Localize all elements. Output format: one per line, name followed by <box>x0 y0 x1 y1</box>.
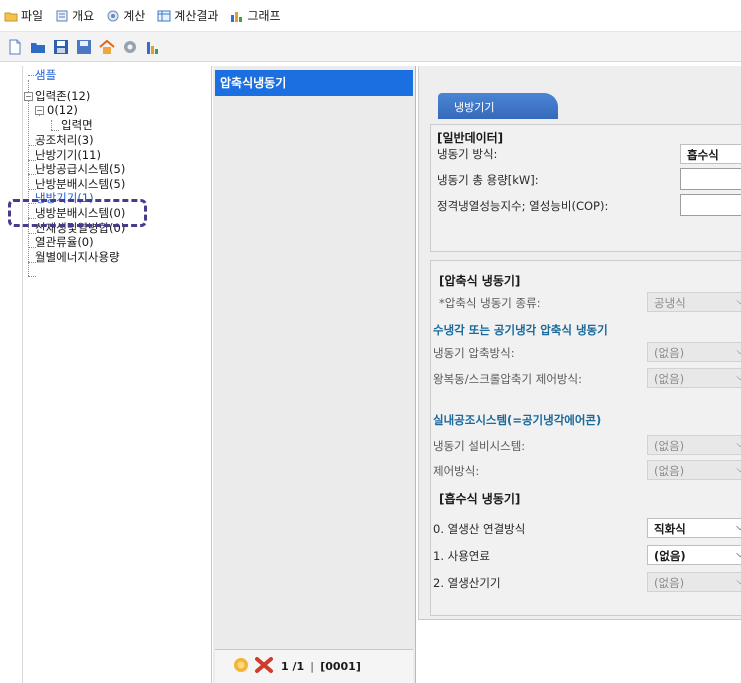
chevron-down-icon: ⌵ <box>736 576 741 587</box>
divider: | <box>310 660 315 673</box>
gen-label: 2. 열생산기기 <box>433 576 501 590</box>
ctrl-label: 제어방식: <box>433 464 480 478</box>
equip-select[interactable]: (없음) ⌵ <box>647 435 741 455</box>
open-folder-icon[interactable] <box>29 38 47 56</box>
compress-label: 냉동기 압축방식: <box>433 346 515 360</box>
document-icon <box>55 10 69 22</box>
equip-value: (없음) <box>654 439 685 453</box>
absorption-title: [흡수식 냉동기] <box>439 492 521 506</box>
fuel-select[interactable]: (없음) ⌵ <box>647 545 741 565</box>
menu-overview[interactable]: 개요 <box>55 7 94 24</box>
chevron-down-icon: ⌵ <box>736 372 741 383</box>
tree-item-monthly[interactable]: 월별에너지사용량 <box>35 250 120 264</box>
tree-item-ahu[interactable]: 공조처리(3) <box>35 133 94 147</box>
collapse-icon[interactable]: − <box>35 106 44 115</box>
kind-select[interactable]: 공냉식 ⌵ <box>647 292 741 312</box>
menu-file[interactable]: 파일 <box>4 7 43 24</box>
fuel-label: 1. 사용연료 <box>433 549 490 563</box>
menu-graph-label: 그래프 <box>247 9 281 23</box>
tree-item-zones[interactable]: 입력존(12) <box>35 89 90 103</box>
chevron-down-icon: ⌵ <box>736 439 741 450</box>
conn-label: 0. 열생산 연결방식 <box>433 522 526 536</box>
general-title: [일반데이터] <box>437 131 504 145</box>
menu-results[interactable]: 계산결과 <box>157 7 218 24</box>
capacity-input[interactable] <box>680 168 741 190</box>
type-select[interactable]: 흡수식 ⌵ <box>680 144 741 164</box>
pager-label: 1 /1 <box>281 660 305 673</box>
new-file-icon[interactable] <box>6 38 24 56</box>
type-value: 흡수식 <box>687 148 719 162</box>
detail-panel: 냉방기기 [일반데이터] 냉동기 방식: 흡수식 ⌵ 냉동기 총 용량[kW]:… <box>418 66 741 620</box>
cop-label: 정격냉열성능지수; 열성능비(COP): <box>437 199 609 213</box>
calculate-icon <box>106 10 120 22</box>
chevron-down-icon: ⌵ <box>736 549 741 560</box>
folder-icon <box>4 10 18 22</box>
control-label: 왕복동/스크롤압축기 제어방식: <box>433 372 582 386</box>
table-icon <box>157 10 171 22</box>
tree-item-surface[interactable]: 입력면 <box>61 118 93 132</box>
record-code: [0001] <box>320 660 361 673</box>
tree-item-heating[interactable]: 난방기기(11) <box>35 148 101 162</box>
kind-value: 공냉식 <box>654 296 686 310</box>
tree-item-zone-0[interactable]: 0(12) <box>47 103 78 117</box>
general-section: [일반데이터] 냉동기 방식: 흡수식 ⌵ 냉동기 총 용량[kW]: 정격냉열… <box>430 124 741 252</box>
list-footer: 1 /1 | [0001] <box>215 649 413 683</box>
menu-bar: 파일 개요 계산 계산결과 그래프 <box>0 0 741 32</box>
menu-results-label: 계산결과 <box>174 9 219 23</box>
chevron-down-icon: ⌵ <box>736 464 741 475</box>
compression-title: [압축식 냉동기] <box>439 274 521 288</box>
tab-cooling[interactable]: 냉방기기 <box>438 93 558 119</box>
menu-overview-label: 개요 <box>72 9 95 23</box>
ctrl-value: (없음) <box>654 464 685 478</box>
save-as-icon[interactable] <box>75 38 93 56</box>
compression-section: [압축식 냉동기] *압축식 냉동기 종류: 공냉식 ⌵ 수냉각 또는 공기냉각… <box>430 260 741 616</box>
menu-calculate-label: 계산 <box>123 9 146 23</box>
type-label: 냉동기 방식: <box>437 147 498 161</box>
gen-value: (없음) <box>654 576 685 590</box>
settings-icon[interactable] <box>121 38 139 56</box>
tree-panel: 샘플 − 입력존(12) − 0(12) 입력면 공조처리(3) 난방기기(11… <box>22 66 212 683</box>
indoor-header: 실내공조시스템(=공기냉각에어콘) <box>433 413 602 427</box>
component-list-panel: 압축식냉동기 1 /1 | [0001] <box>213 66 416 683</box>
compress-value: (없음) <box>654 346 685 360</box>
tree-line <box>51 120 52 130</box>
tree-item-root[interactable]: 샘플 <box>35 68 56 82</box>
tree-item-heat-flow[interactable]: 열관류율(0) <box>35 235 94 249</box>
water-air-header: 수냉각 또는 공기냉각 압축식 냉동기 <box>433 323 608 337</box>
tree-line <box>51 130 59 131</box>
conn-value: 직화식 <box>654 522 686 536</box>
chevron-down-icon: ⌵ <box>736 522 741 533</box>
tree-line <box>28 276 36 277</box>
toolbar <box>0 32 741 62</box>
menu-calculate[interactable]: 계산 <box>106 7 145 24</box>
tree-item-heat-supply[interactable]: 난방공급시스템(5) <box>35 162 125 176</box>
home-icon[interactable] <box>98 38 116 56</box>
bar-chart-icon <box>230 10 244 22</box>
menu-file-label: 파일 <box>21 9 44 23</box>
gen-select[interactable]: (없음) ⌵ <box>647 572 741 592</box>
cop-input[interactable] <box>680 194 741 216</box>
compress-select[interactable]: (없음) ⌵ <box>647 342 741 362</box>
kind-label: *압축식 냉동기 종류: <box>439 296 541 310</box>
equip-label: 냉동기 설비시스템: <box>433 439 526 453</box>
collapse-icon[interactable]: − <box>24 92 33 101</box>
conn-select[interactable]: 직화식 ⌵ <box>647 518 741 538</box>
chart-icon[interactable] <box>144 38 162 56</box>
save-icon[interactable] <box>52 38 70 56</box>
capacity-label: 냉동기 총 용량[kW]: <box>437 173 539 187</box>
fuel-value: (없음) <box>654 549 686 563</box>
tree-item-heat-distribution[interactable]: 난방분배시스템(5) <box>35 177 125 191</box>
delete-icon[interactable] <box>254 655 274 678</box>
menu-graph[interactable]: 그래프 <box>230 7 281 24</box>
add-icon[interactable] <box>231 655 251 678</box>
chevron-down-icon: ⌵ <box>736 346 741 357</box>
chevron-down-icon: ⌵ <box>736 296 741 307</box>
list-item-selected[interactable]: 압축식냉동기 <box>215 70 413 96</box>
control-select[interactable]: (없음) ⌵ <box>647 368 741 388</box>
ctrl-select[interactable]: (없음) ⌵ <box>647 460 741 480</box>
highlight-annotation <box>8 199 147 227</box>
control-value: (없음) <box>654 372 685 386</box>
